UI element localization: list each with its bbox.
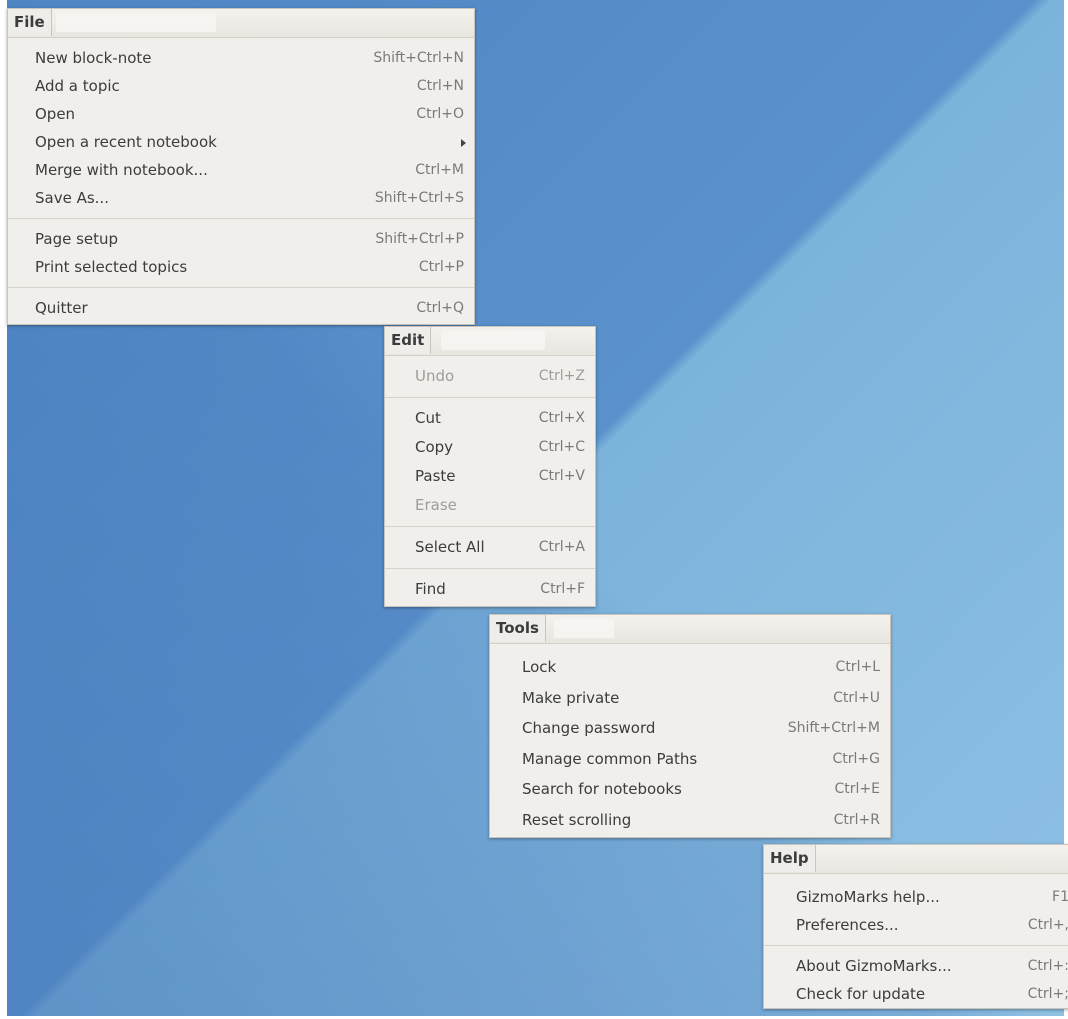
menu-item-shortcut: Ctrl+F xyxy=(540,581,585,597)
edit-menu: Edit Undo Ctrl+Z Cut Ctrl+X Copy Ctrl+C … xyxy=(384,326,596,607)
menu-item-print[interactable]: Print selected topics Ctrl+P xyxy=(8,253,474,281)
menu-item-shortcut: Shift+Ctrl+M xyxy=(787,720,880,736)
menu-item-shortcut: Ctrl+; xyxy=(1027,986,1068,1002)
menu-item-paste[interactable]: Paste Ctrl+V xyxy=(385,462,595,491)
menu-item-shortcut: Ctrl+L xyxy=(835,659,880,675)
menu-item-gizmomarks-help[interactable]: GizmoMarks help... F1 xyxy=(764,883,1068,911)
menu-item-shortcut: Shift+Ctrl+P xyxy=(375,231,464,247)
menu-item-shortcut: Ctrl+M xyxy=(415,162,464,178)
menu-item-shortcut: Ctrl+U xyxy=(833,689,880,706)
menu-item-open[interactable]: Open Ctrl+O xyxy=(8,100,474,128)
menu-item-shortcut: Ctrl+R xyxy=(833,811,880,828)
tools-menu-title[interactable]: Tools xyxy=(490,615,546,642)
menu-item-save-as[interactable]: Save As... Shift+Ctrl+S xyxy=(8,184,474,212)
menu-item-label: Check for update xyxy=(796,985,926,1003)
menu-item-shortcut: Ctrl+G xyxy=(832,750,881,767)
menu-item-label: New block-note xyxy=(35,49,152,67)
menu-item-shortcut: Shift+Ctrl+S xyxy=(374,190,464,206)
menu-item-undo[interactable]: Undo Ctrl+Z xyxy=(385,362,595,391)
menu-item-shortcut: Ctrl+O xyxy=(416,106,464,122)
menu-separator xyxy=(8,287,474,288)
menu-separator xyxy=(385,397,595,398)
menu-item-shortcut: Ctrl+Q xyxy=(416,300,464,316)
menu-item-label: Select All xyxy=(415,538,485,556)
menu-item-shortcut: Ctrl+Z xyxy=(538,368,585,384)
menu-item-shortcut: Ctrl+X xyxy=(538,410,585,426)
menu-item-add-topic[interactable]: Add a topic Ctrl+N xyxy=(8,72,474,100)
menu-item-label: Manage common Paths xyxy=(522,749,698,768)
menu-item-shortcut: Ctrl+P xyxy=(418,259,464,275)
menu-item-label: Erase xyxy=(415,496,457,514)
menu-item-preferences[interactable]: Preferences... Ctrl+, xyxy=(764,911,1068,939)
image-border-left xyxy=(0,0,7,1019)
menu-item-label: Find xyxy=(415,580,446,598)
menu-separator xyxy=(8,218,474,219)
help-menubar: Help xyxy=(764,845,1068,874)
menu-item-label: About GizmoMarks... xyxy=(796,957,952,975)
menu-item-shortcut: Ctrl+: xyxy=(1027,958,1068,974)
menu-item-erase[interactable]: Erase xyxy=(385,491,595,520)
menu-item-label: Paste xyxy=(415,467,456,485)
menu-item-label: Save As... xyxy=(35,189,109,207)
menu-item-shortcut: Ctrl+N xyxy=(416,78,464,94)
file-menubar: File xyxy=(8,9,474,38)
help-menu-title[interactable]: Help xyxy=(764,845,816,872)
menu-item-search-notebooks[interactable]: Search for notebooks Ctrl+E xyxy=(490,774,890,805)
menu-item-shortcut: Ctrl+E xyxy=(834,781,881,797)
menu-item-label: Preferences... xyxy=(796,916,899,934)
menu-separator xyxy=(764,945,1068,946)
menu-item-new-block-note[interactable]: New block-note Shift+Ctrl+N xyxy=(8,44,474,72)
menu-item-label: Lock xyxy=(522,658,557,676)
menu-item-quit[interactable]: Quitter Ctrl+Q xyxy=(8,294,474,322)
edit-menu-title[interactable]: Edit xyxy=(385,327,432,354)
menu-item-label: Copy xyxy=(415,438,454,456)
menu-item-shortcut: Shift+Ctrl+N xyxy=(373,50,464,66)
menu-item-open-recent[interactable]: Open a recent notebook xyxy=(8,128,474,156)
menu-item-label: Search for notebooks xyxy=(522,780,682,798)
menubar-placeholder xyxy=(56,13,216,32)
file-menu-title[interactable]: File xyxy=(8,9,52,36)
menu-item-reset-scrolling[interactable]: Reset scrolling Ctrl+R xyxy=(490,805,890,836)
menu-item-label: Quitter xyxy=(35,299,88,317)
menu-item-label: Open a recent notebook xyxy=(35,133,217,151)
tools-menu: Tools Lock Ctrl+L Make private Ctrl+U Ch… xyxy=(489,614,891,838)
menu-item-shortcut: F1 xyxy=(1052,889,1068,905)
menu-item-shortcut: Ctrl+A xyxy=(538,539,585,555)
menu-item-copy[interactable]: Copy Ctrl+C xyxy=(385,433,595,462)
menu-item-select-all[interactable]: Select All Ctrl+A xyxy=(385,533,595,562)
menu-separator xyxy=(385,568,595,569)
menu-item-label: Open xyxy=(35,105,76,123)
menu-item-label: Merge with notebook... xyxy=(35,161,208,179)
file-menu: File New block-note Shift+Ctrl+N Add a t… xyxy=(7,8,475,325)
submenu-arrow-icon xyxy=(461,139,466,147)
menubar-placeholder xyxy=(441,331,545,350)
edit-menubar: Edit xyxy=(385,327,595,356)
menubar-placeholder xyxy=(554,619,614,638)
menu-item-label: Cut xyxy=(415,409,441,427)
menu-item-shortcut: Ctrl+V xyxy=(538,468,585,484)
menu-item-label: Change password xyxy=(522,719,656,737)
menu-item-page-setup[interactable]: Page setup Shift+Ctrl+P xyxy=(8,225,474,253)
menu-item-cut[interactable]: Cut Ctrl+X xyxy=(385,404,595,433)
menu-item-label: GizmoMarks help... xyxy=(796,888,940,906)
menu-item-change-password[interactable]: Change password Shift+Ctrl+M xyxy=(490,713,890,744)
help-menu: Help GizmoMarks help... F1 Preferences..… xyxy=(763,844,1068,1009)
menu-item-label: Make private xyxy=(522,688,620,707)
menu-item-label: Page setup xyxy=(35,230,119,248)
menu-item-find[interactable]: Find Ctrl+F xyxy=(385,575,595,604)
menu-item-check-update[interactable]: Check for update Ctrl+; xyxy=(764,980,1068,1008)
menu-separator xyxy=(385,526,595,527)
menu-item-lock[interactable]: Lock Ctrl+L xyxy=(490,652,890,683)
menu-item-label: Undo xyxy=(415,367,455,385)
menu-item-make-private[interactable]: Make private Ctrl+U xyxy=(490,683,890,714)
menu-item-about[interactable]: About GizmoMarks... Ctrl+: xyxy=(764,952,1068,980)
menu-item-label: Add a topic xyxy=(35,77,120,95)
menu-item-label: Print selected topics xyxy=(35,258,188,276)
tools-menubar: Tools xyxy=(490,615,890,644)
menu-item-shortcut: Ctrl+, xyxy=(1027,917,1068,933)
menu-item-label: Reset scrolling xyxy=(522,810,632,829)
menu-item-manage-paths[interactable]: Manage common Paths Ctrl+G xyxy=(490,744,890,775)
menu-item-merge[interactable]: Merge with notebook... Ctrl+M xyxy=(8,156,474,184)
menu-item-shortcut: Ctrl+C xyxy=(538,439,585,455)
